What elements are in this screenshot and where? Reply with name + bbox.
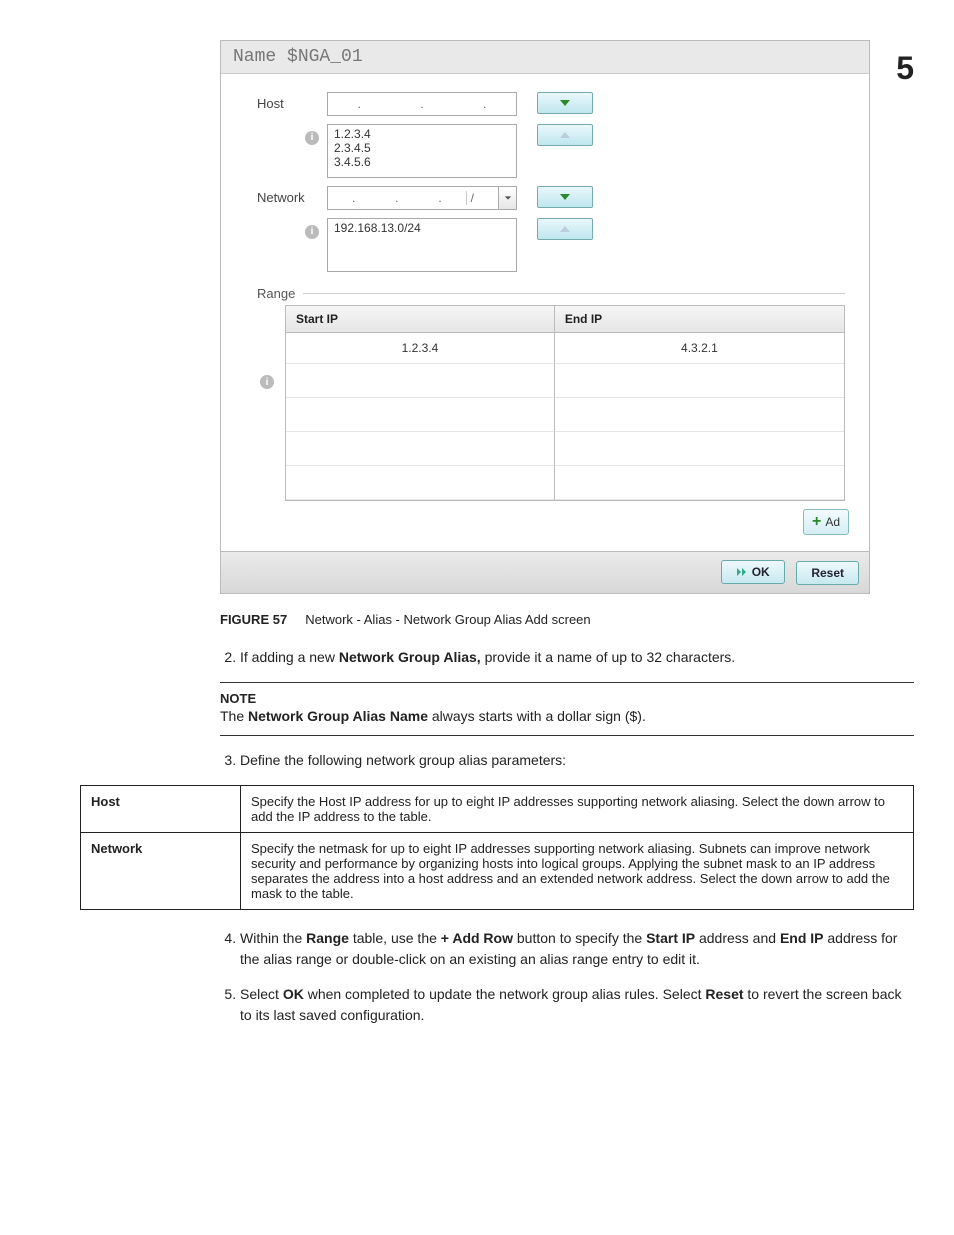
name-field-bar: Name $NGA_01 xyxy=(221,41,869,74)
list-item: 192.168.13.0/24 xyxy=(334,221,510,235)
list-item: 2.3.4.5 xyxy=(334,141,510,155)
figure-number: FIGURE 57 xyxy=(220,612,287,627)
network-label: Network xyxy=(257,186,327,205)
range-header-start: Start IP xyxy=(286,306,554,332)
play-icon xyxy=(736,567,748,577)
table-row[interactable]: 1.2.3.4 4.3.2.1 xyxy=(286,333,844,364)
range-start-cell: 1.2.3.4 xyxy=(286,333,554,364)
host-remove-button[interactable] xyxy=(537,124,593,146)
screenshot-panel: Name $NGA_01 Host ... i 1.2.3.4 2.3.4.5 xyxy=(220,40,870,594)
add-row-label: Ad xyxy=(825,515,840,529)
parameter-table: Host Specify the Host IP address for up … xyxy=(80,785,914,910)
arrow-up-icon xyxy=(558,223,572,235)
param-host-text: Specify the Host IP address for up to ei… xyxy=(241,786,914,833)
reset-button[interactable]: Reset xyxy=(796,561,859,585)
add-row-button[interactable]: + Ad xyxy=(803,509,849,535)
cidr-dropdown-button[interactable] xyxy=(498,187,516,209)
host-list[interactable]: 1.2.3.4 2.3.4.5 3.4.5.6 xyxy=(327,124,517,178)
network-remove-button[interactable] xyxy=(537,218,593,240)
range-header-end: End IP xyxy=(554,306,844,332)
table-row: Host Specify the Host IP address for up … xyxy=(81,786,914,833)
ok-label: OK xyxy=(752,565,770,579)
name-value[interactable]: $NGA_01 xyxy=(287,47,363,67)
reset-label: Reset xyxy=(811,566,844,580)
figure-caption: FIGURE 57 Network - Alias - Network Grou… xyxy=(220,612,914,627)
list-item: 1.2.3.4 xyxy=(334,127,510,141)
info-icon: i xyxy=(305,131,319,145)
cidr-slash: / xyxy=(466,191,478,205)
network-cidr-input[interactable]: ... / xyxy=(327,186,517,210)
range-table: Start IP End IP 1.2.3.4 4.3.2.1 xyxy=(285,305,845,501)
info-icon: i xyxy=(305,225,319,239)
network-list[interactable]: 192.168.13.0/24 xyxy=(327,218,517,272)
figure-title: Network - Alias - Network Group Alias Ad… xyxy=(305,612,590,627)
network-add-button[interactable] xyxy=(537,186,593,208)
chapter-number: 5 xyxy=(896,50,914,87)
param-network-text: Specify the netmask for up to eight IP a… xyxy=(241,833,914,910)
table-row[interactable] xyxy=(286,364,844,398)
note-heading: NOTE xyxy=(220,691,914,706)
plus-icon: + xyxy=(812,513,821,531)
arrow-up-icon xyxy=(558,129,572,141)
table-row[interactable] xyxy=(286,466,844,500)
host-ip-input[interactable]: ... xyxy=(327,92,517,116)
table-row: Network Specify the netmask for up to ei… xyxy=(81,833,914,910)
param-network-label: Network xyxy=(81,833,241,910)
chevron-down-icon xyxy=(504,194,512,202)
arrow-down-icon xyxy=(558,191,572,203)
note-box: NOTE The Network Group Alias Name always… xyxy=(220,682,914,736)
param-host-label: Host xyxy=(81,786,241,833)
arrow-down-icon xyxy=(558,97,572,109)
name-label: Name xyxy=(233,47,276,67)
info-icon: i xyxy=(260,375,274,389)
step-4: Within the Range table, use the + Add Ro… xyxy=(240,928,914,970)
ok-button[interactable]: OK xyxy=(721,560,785,584)
host-add-button[interactable] xyxy=(537,92,593,114)
table-row[interactable] xyxy=(286,432,844,466)
step-5: Select OK when completed to update the n… xyxy=(240,984,914,1026)
host-label: Host xyxy=(257,92,327,111)
dialog-footer: OK Reset xyxy=(221,551,869,593)
list-item: 3.4.5.6 xyxy=(334,155,510,169)
table-row[interactable] xyxy=(286,398,844,432)
range-label: Range xyxy=(257,286,295,301)
step-3: Define the following network group alias… xyxy=(240,750,914,771)
step-2: If adding a new Network Group Alias, pro… xyxy=(240,647,914,668)
range-end-cell: 4.3.2.1 xyxy=(554,333,844,364)
